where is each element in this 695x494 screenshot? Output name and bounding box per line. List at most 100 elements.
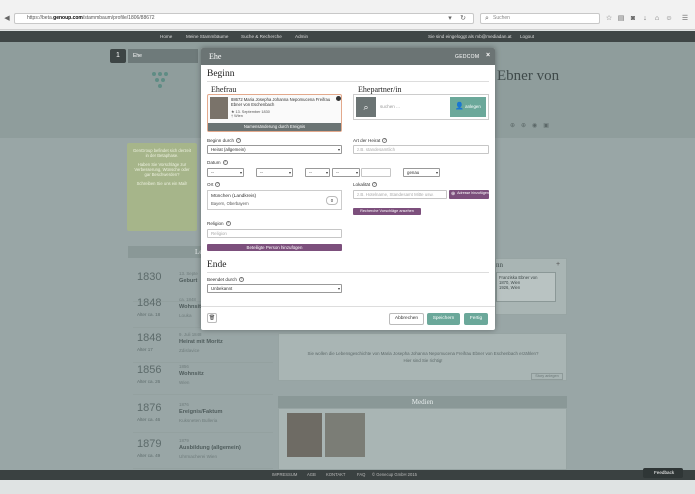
- footer-agb[interactable]: AGB: [307, 470, 316, 480]
- reload-icon[interactable]: ↻: [458, 13, 468, 24]
- back-arrow-icon[interactable]: ◀: [2, 13, 12, 24]
- address-bar[interactable]: https://beta.genoup.com/stammbaum/profil…: [14, 13, 474, 24]
- beta-notice: GenGroup befindet sich derzeit in der Be…: [127, 143, 197, 231]
- ort-text: Ort: [207, 182, 214, 187]
- help-icon[interactable]: ?: [222, 160, 228, 166]
- datum-day-select[interactable]: -- ▾: [207, 168, 244, 177]
- search-icon[interactable]: ⌕: [356, 97, 376, 117]
- adresse-label: Adresse hinzufügen: [457, 190, 489, 195]
- site-navigation: Home Meine Stammbäume Suche & Recherche …: [0, 31, 695, 42]
- ort-label: Ort?: [207, 182, 221, 188]
- chevron-down-icon: ▾: [288, 170, 291, 175]
- beginn-durch-select[interactable]: Heirat (allgemein) ▾: [207, 145, 342, 154]
- timeline-place: Kuksneten Bulleria: [179, 418, 218, 423]
- timeline-date: 1856: [179, 364, 189, 369]
- timeline-date: 1879: [179, 438, 189, 443]
- footer-impressum[interactable]: IMPRESSUM: [272, 470, 297, 480]
- timeline-row[interactable]: 1848 Alter 17 9. Juli 1848 Heirat mit Morit…: [133, 329, 273, 363]
- close-icon[interactable]: ×: [486, 52, 490, 59]
- add-person-icon: 👤: [455, 103, 464, 110]
- help-icon[interactable]: ?: [236, 138, 242, 144]
- timeline-date: 1876: [179, 402, 189, 407]
- datum-year-value: --: [309, 170, 312, 175]
- feedback-button[interactable]: Feedback: [643, 468, 683, 478]
- chat-icon[interactable]: ☺: [664, 13, 674, 24]
- recherche-button[interactable]: Recherche Vorschläge ansehen: [353, 208, 421, 215]
- nav-suche-recherche[interactable]: Suche & Recherche: [241, 31, 282, 42]
- browser-search-input[interactable]: Suchen: [480, 13, 600, 24]
- help-icon[interactable]: ?: [225, 221, 231, 227]
- ehefrau-options-icon[interactable]: [336, 96, 341, 101]
- beendet-label: Beendet durch?: [207, 277, 244, 283]
- feedback-label: Feedback: [654, 470, 675, 475]
- datum-year-select[interactable]: -- ▾: [305, 168, 330, 177]
- home-icon[interactable]: ⌂: [652, 13, 662, 24]
- lokalitaet-input[interactable]: z.B. Hotelname, Standesamt Mitte usw.: [353, 190, 447, 199]
- chevron-down-icon: ▾: [325, 170, 328, 175]
- logout-link[interactable]: Logout: [520, 31, 534, 42]
- help-icon[interactable]: ?: [372, 182, 378, 188]
- help-icon[interactable]: ?: [382, 138, 388, 144]
- timeline-year: 1848: [137, 297, 162, 309]
- ehefrau-heading: Ehefrau: [211, 85, 237, 94]
- beendet-value: Unbekannt: [211, 286, 233, 291]
- download-icon[interactable]: ↓: [640, 13, 650, 24]
- ehefrau-name: 88672 Maria Josepha Johanna Nepomucena F…: [231, 97, 331, 107]
- add-partner-icon[interactable]: +: [556, 261, 560, 268]
- art-input[interactable]: z.B. standesamtlich: [353, 145, 489, 154]
- nav-meine-stammbaeume[interactable]: Meine Stammbäume: [186, 31, 228, 42]
- beta-text-3[interactable]: Schreiben Sie uns ein Mail!: [131, 181, 193, 186]
- beendet-select[interactable]: Unbekannt ▾: [207, 284, 342, 293]
- ehefrau-card[interactable]: 88672 Maria Josepha Johanna Nepomucena F…: [207, 94, 342, 132]
- footer-faq[interactable]: FAQ: [357, 470, 365, 480]
- timeline-event: Heirat mit Moritz: [179, 339, 223, 345]
- timeline-row[interactable]: 1876 Alter ca. 46 1876 Ereignis/Faktum Kuksn…: [133, 399, 273, 433]
- clipboard-icon[interactable]: ▤: [616, 13, 626, 24]
- bookmark-star-icon[interactable]: ☆: [604, 13, 614, 24]
- nav-admin[interactable]: Admin: [295, 31, 308, 42]
- footer-kontakt[interactable]: KONTAKT: [326, 470, 345, 480]
- ort-card[interactable]: München (Landkreis) Bayern, Oberbayern 0: [207, 190, 342, 210]
- adresse-button[interactable]: ⊕ Adresse hinzufügen: [449, 190, 489, 199]
- trash-icon[interactable]: 🗑: [207, 313, 217, 323]
- ehe-dialog: Ehe GEDCOM × Beginn Ehefrau Ehepartner/i…: [201, 48, 495, 330]
- save-button[interactable]: Speichern: [427, 313, 460, 325]
- namensaenderung-button[interactable]: Namensänderung durch Ereignis: [208, 123, 341, 131]
- help-icon[interactable]: ?: [215, 182, 221, 188]
- timeline-date: 9. Juli 1848: [179, 332, 202, 337]
- url-path: /stammbaum/profile/1806/88672: [82, 15, 155, 21]
- beta-text-1: GenGroup befindet sich derzeit in der Be…: [133, 148, 191, 158]
- help-icon[interactable]: ?: [238, 277, 244, 283]
- castle-photo[interactable]: [325, 413, 365, 457]
- datum-text: Datum: [207, 160, 221, 165]
- dropdown-icon[interactable]: ▾: [445, 13, 455, 24]
- timeline-row[interactable]: 1879 Alter ca. 49 1879 Ausbildung (allgemei…: [133, 435, 273, 469]
- lokalitaet-label: Lokalität?: [353, 182, 378, 188]
- nav-home[interactable]: Home: [160, 31, 172, 42]
- timeline-date: ca. 1848: [179, 297, 196, 302]
- cancel-button[interactable]: Abbrechen: [389, 313, 424, 325]
- religion-text: Religion: [207, 221, 224, 226]
- ort-count-badge[interactable]: 0: [326, 196, 338, 205]
- partner-card[interactable]: Franziska Ebner von 1870, Wien 1926, Wie…: [496, 272, 556, 302]
- empty-story-text: Sie wollen die Lebensgeschichte von Mari…: [307, 351, 539, 363]
- datum-precision-select[interactable]: genau ▾: [403, 168, 440, 177]
- datum-year-input[interactable]: [361, 168, 391, 177]
- done-button[interactable]: Fertig: [464, 313, 488, 325]
- search-placeholder: Suchen: [493, 15, 510, 21]
- gedcom-link[interactable]: GEDCOM: [455, 54, 479, 60]
- story-create-button[interactable]: Story anlegen: [531, 373, 563, 380]
- partner-search-box[interactable]: ⌕ suchen ... 👤 anlegen: [353, 94, 489, 120]
- datum-extra-select[interactable]: -- ▾: [332, 168, 360, 177]
- religion-input[interactable]: Religion: [207, 229, 342, 238]
- profile-action-icons[interactable]: ⊕⊕◉▣: [510, 122, 570, 132]
- pocket-icon[interactable]: ◙: [628, 13, 638, 24]
- datum-month-select[interactable]: -- ▾: [256, 168, 293, 177]
- step-number-badge: 1: [110, 49, 126, 63]
- chevron-down-icon: ▾: [337, 286, 340, 291]
- partner-create-button[interactable]: 👤 anlegen: [450, 97, 486, 117]
- portrait-photo[interactable]: [287, 413, 322, 457]
- beteiligte-button[interactable]: Beteiligte Person hinzufügen: [207, 244, 342, 251]
- menu-icon[interactable]: ☰: [680, 13, 690, 24]
- timeline-row[interactable]: 1856 Alter ca. 26 1856 Wohnsitz Wien: [133, 361, 273, 395]
